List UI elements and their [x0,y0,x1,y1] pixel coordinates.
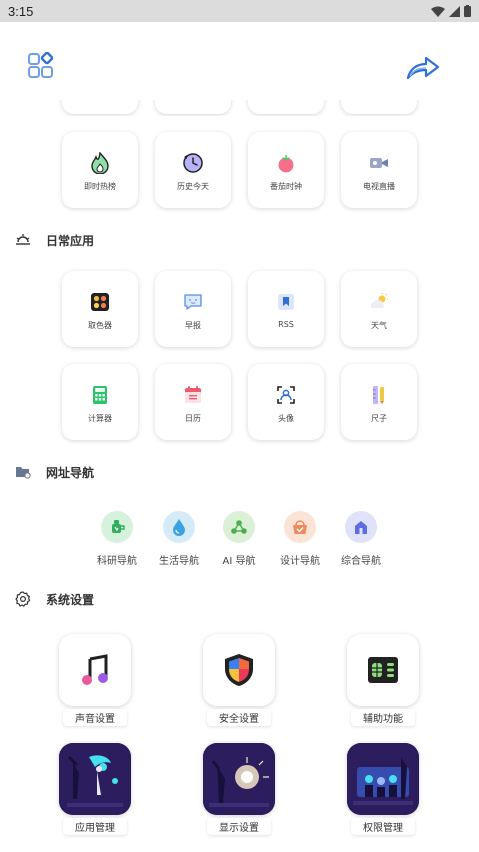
nav-label: 生活导航 [159,556,199,567]
tool-calculator[interactable]: 计算器 [62,364,138,440]
sys-accessibility[interactable]: 辅助功能 [343,634,423,726]
section-nav-header: 网址导航 [14,462,94,482]
tool-weather[interactable]: 天气 [341,271,417,347]
tool-label: 早报 [185,321,201,330]
tool-label: 尺子 [371,414,387,423]
status-bar: 3:15 [0,0,479,22]
tool-label: 计算器 [88,414,112,423]
sys-label: 权限管理 [351,818,415,835]
nav-life[interactable]: 生活导航 [148,511,210,567]
section-title: 日常应用 [46,233,95,248]
grid-diamond-icon[interactable] [26,52,56,82]
tool-avatar[interactable]: 头像 [248,364,324,440]
tool-label: 番茄时钟 [270,182,302,191]
history-clock-icon [182,152,204,174]
network-icon [223,511,255,543]
section-title: 网址导航 [46,465,95,480]
nav-label: AI 导航 [222,556,256,567]
basket-icon [284,511,316,543]
nav-label: 设计导航 [280,556,320,567]
gear-icon [14,590,32,608]
home-icon [345,511,377,543]
header [0,22,479,106]
tv-camera-icon [368,152,390,174]
sys-label: 应用管理 [63,818,127,835]
tool-label: 头像 [278,414,294,423]
signal-icon [449,5,460,17]
nav-design[interactable]: 设计导航 [269,511,331,567]
clipped-card[interactable] [248,100,324,114]
bookmark-icon [275,291,297,313]
tool-color-picker[interactable]: 取色器 [62,271,138,347]
app-management-illustration [59,743,131,815]
tool-label: 电视直播 [363,182,395,191]
sunrise-icon [14,231,32,249]
flame-icon [89,152,111,174]
calculator-icon [89,384,111,406]
clipped-card[interactable] [62,100,138,114]
tomato-icon [275,152,297,174]
display-illustration [203,743,275,815]
section-daily-header: 日常应用 [14,230,94,250]
sys-security-settings[interactable]: 安全设置 [199,634,279,726]
clipped-tool-row [0,100,479,116]
tool-calendar[interactable]: 日历 [155,364,231,440]
clipped-card[interactable] [155,100,231,114]
status-icons [431,5,471,17]
tool-label: 天气 [371,321,387,330]
shield-icon [203,634,275,706]
tool-hot-list[interactable]: 即时热榜 [62,132,138,208]
tool-history-today[interactable]: 历史今天 [155,132,231,208]
sys-label: 显示设置 [207,818,271,835]
tool-label: 日历 [185,414,201,423]
nav-label: 科研导航 [97,556,137,567]
tool-morning-news[interactable]: 早报 [155,271,231,347]
tool-tv-live[interactable]: 电视直播 [341,132,417,208]
sys-permission-management[interactable]: 权限管理 [343,743,423,835]
folder-link-icon [14,463,32,481]
sys-sound-settings[interactable]: 声音设置 [55,634,135,726]
nav-general[interactable]: 综合导航 [330,511,392,567]
clipped-card[interactable] [341,100,417,114]
chat-bubble-icon [182,291,204,313]
ruler-icon [368,384,390,406]
wifi-icon [431,6,445,17]
battery-icon [464,5,471,17]
weather-icon [368,291,390,313]
nav-label: 综合导航 [341,556,381,567]
flask-icon [101,511,133,543]
tool-label: 历史今天 [177,182,209,191]
tool-tomato-clock[interactable]: 番茄时钟 [248,132,324,208]
share-arrow-icon[interactable] [406,54,440,82]
nav-ai[interactable]: AI 导航 [208,511,270,567]
sys-display-settings[interactable]: 显示设置 [199,743,279,835]
tool-ruler[interactable]: 尺子 [341,364,417,440]
sys-label: 辅助功能 [351,709,415,726]
sys-label: 声音设置 [63,709,127,726]
music-note-icon [59,634,131,706]
status-time: 3:15 [8,3,34,19]
permission-illustration [347,743,419,815]
tool-label: 即时热榜 [84,182,116,191]
avatar-icon [275,384,297,406]
section-system-header: 系统设置 [14,589,94,609]
calendar-icon [182,384,204,406]
section-title: 系统设置 [46,592,95,607]
tool-label: 取色器 [88,321,112,330]
tool-rss[interactable]: RSS [248,271,324,347]
water-drop-icon [163,511,195,543]
nav-research[interactable]: 科研导航 [86,511,148,567]
sim-card-icon [347,634,419,706]
sys-label: 安全设置 [207,709,271,726]
tool-label: RSS [278,320,294,329]
color-picker-icon [89,291,111,313]
sys-app-management[interactable]: 应用管理 [55,743,135,835]
